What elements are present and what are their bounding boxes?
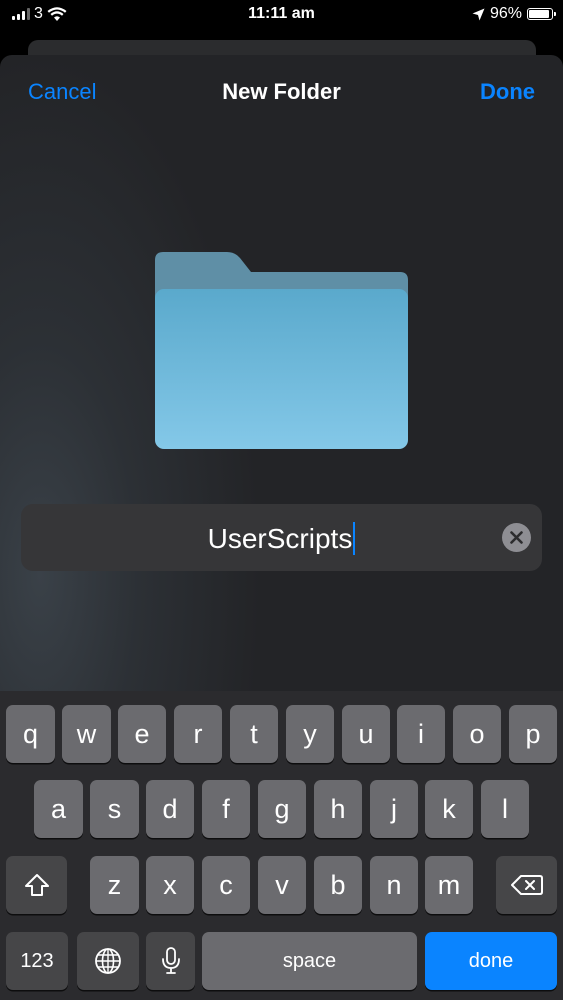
globe-icon (95, 948, 121, 974)
battery-icon (527, 8, 556, 20)
key-m[interactable]: m (425, 856, 473, 914)
keyboard-done-key[interactable]: done (425, 932, 557, 990)
page-title: New Folder (222, 79, 341, 104)
key-w[interactable]: w (62, 705, 111, 763)
globe-key[interactable] (77, 932, 139, 990)
key-k[interactable]: k (425, 780, 473, 838)
status-bar: 3 11:11 am 96% (0, 0, 563, 30)
key-i[interactable]: i (397, 705, 445, 763)
key-g[interactable]: g (258, 780, 306, 838)
folder-name-input[interactable]: UserScripts (21, 504, 542, 571)
dictation-key[interactable] (146, 932, 195, 990)
backspace-icon (510, 875, 543, 895)
key-a[interactable]: a (34, 780, 83, 838)
key-j[interactable]: j (370, 780, 418, 838)
text-caret (353, 522, 356, 555)
key-u[interactable]: u (342, 705, 390, 763)
key-t[interactable]: t (230, 705, 278, 763)
key-e[interactable]: e (118, 705, 166, 763)
key-s[interactable]: s (90, 780, 139, 838)
shift-key[interactable] (6, 856, 67, 914)
key-d[interactable]: d (146, 780, 194, 838)
status-right: 96% (472, 5, 556, 23)
navigation-bar: Cancel New Folder Done (0, 55, 563, 130)
delete-key[interactable] (496, 856, 557, 914)
key-p[interactable]: p (509, 705, 557, 763)
key-b[interactable]: b (314, 856, 362, 914)
folder-name-text: UserScripts (21, 522, 542, 555)
done-button[interactable]: Done (480, 79, 535, 105)
key-x[interactable]: x (146, 856, 194, 914)
key-c[interactable]: c (202, 856, 250, 914)
key-o[interactable]: o (453, 705, 501, 763)
key-z[interactable]: z (90, 856, 139, 914)
clear-text-button[interactable] (502, 523, 531, 552)
battery-percent: 96% (489, 5, 522, 22)
folder-icon (155, 252, 408, 449)
microphone-icon (161, 947, 180, 974)
location-arrow-icon (472, 8, 485, 20)
key-v[interactable]: v (258, 856, 306, 914)
key-f[interactable]: f (202, 780, 250, 838)
close-icon (510, 531, 523, 544)
key-h[interactable]: h (314, 780, 362, 838)
key-y[interactable]: y (286, 705, 334, 763)
space-key[interactable]: space (202, 932, 417, 990)
key-l[interactable]: l (481, 780, 529, 838)
key-n[interactable]: n (370, 856, 418, 914)
key-q[interactable]: q (6, 705, 55, 763)
keyboard: q w e r t y u i o p a s d f g h j k l z … (0, 691, 563, 1000)
key-r[interactable]: r (174, 705, 222, 763)
shift-icon (24, 874, 49, 896)
numbers-key[interactable]: 123 (6, 932, 68, 990)
